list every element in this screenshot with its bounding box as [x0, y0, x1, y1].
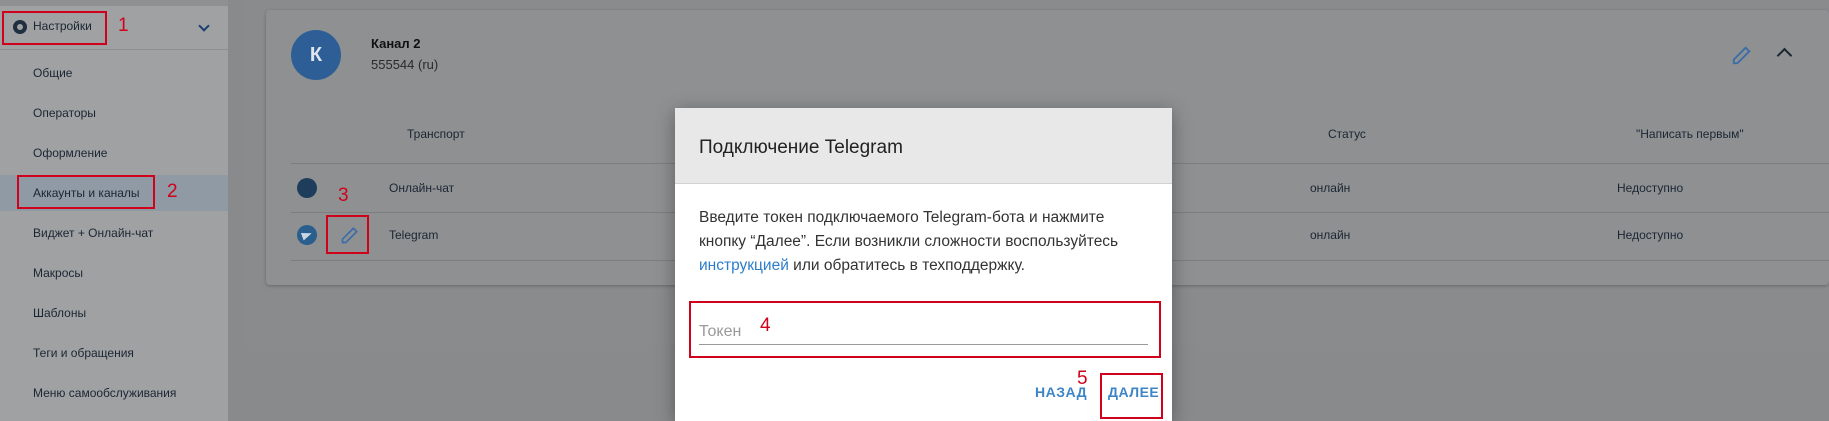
row-write-first: Недоступно: [1617, 228, 1684, 242]
sidebar-item-label: Теги и обращения: [33, 346, 134, 360]
sidebar-item-label: Операторы: [33, 106, 96, 120]
row-write-first: Недоступно: [1617, 181, 1684, 195]
sidebar-item-widget[interactable]: Виджет + Онлайн-чат: [0, 215, 228, 251]
row-transport: Telegram: [389, 228, 439, 242]
sidebar-item-general[interactable]: Общие: [0, 55, 228, 91]
telegram-connect-dialog: Подключение Telegram Введите токен подкл…: [675, 108, 1172, 421]
sidebar-item-label: Макросы: [33, 266, 84, 280]
instructions-link[interactable]: инструкцией: [699, 257, 789, 274]
chat-cloud-icon: [297, 178, 317, 198]
step-number: 3: [338, 185, 349, 206]
sidebar: Настройки Общие Операторы Оформление Акк…: [0, 0, 228, 421]
step-number: 1: [118, 15, 129, 36]
highlight-box: [2, 11, 107, 45]
telegram-icon: [297, 225, 317, 245]
sidebar-item-label: Меню самообслуживания: [33, 386, 177, 400]
sidebar-item-macros[interactable]: Макросы: [0, 255, 228, 291]
highlight-box: [326, 215, 369, 254]
row-status: онлайн: [1310, 228, 1351, 242]
sidebar-item-label: Шаблоны: [33, 306, 87, 320]
step-number: 2: [167, 181, 178, 202]
dialog-header: Подключение Telegram: [675, 108, 1172, 184]
chevron-down-icon[interactable]: [198, 20, 210, 32]
row-status: онлайн: [1310, 181, 1351, 195]
sidebar-item-self-service[interactable]: Меню самообслуживания: [0, 375, 228, 411]
column-header-write-first: "Написать первым": [1636, 127, 1744, 141]
dialog-description: Введите токен подключаемого Telegram-бот…: [699, 206, 1154, 278]
column-header-transport: Транспорт: [407, 127, 465, 141]
highlight-box: [1100, 373, 1163, 419]
dialog-text-end: или обратитесь в техподдержку.: [788, 257, 1025, 274]
step-number: 4: [760, 315, 771, 336]
sidebar-item-label: Виджет + Онлайн-чат: [33, 226, 154, 240]
sidebar-item-templates[interactable]: Шаблоны: [0, 295, 228, 331]
highlight-box: [17, 175, 155, 209]
sidebar-item-label: Общие: [33, 66, 73, 80]
channel-name: Канал 2: [371, 36, 421, 51]
channel-subtitle: 555544 (ru): [371, 57, 439, 72]
row-transport: Онлайн-чат: [389, 181, 455, 195]
dialog-text-start: Введите токен подключаемого Telegram-бот…: [699, 209, 1119, 250]
sidebar-item-appearance[interactable]: Оформление: [0, 135, 228, 171]
avatar: К: [291, 30, 341, 80]
pencil-icon[interactable]: [1731, 44, 1753, 66]
sidebar-item-tags[interactable]: Теги и обращения: [0, 335, 228, 371]
step-number: 5: [1077, 368, 1088, 389]
column-header-status: Статус: [1328, 127, 1366, 141]
dialog-title: Подключение Telegram: [699, 137, 903, 158]
sidebar-item-label: Оформление: [33, 146, 108, 160]
sidebar-item-operators[interactable]: Операторы: [0, 95, 228, 131]
